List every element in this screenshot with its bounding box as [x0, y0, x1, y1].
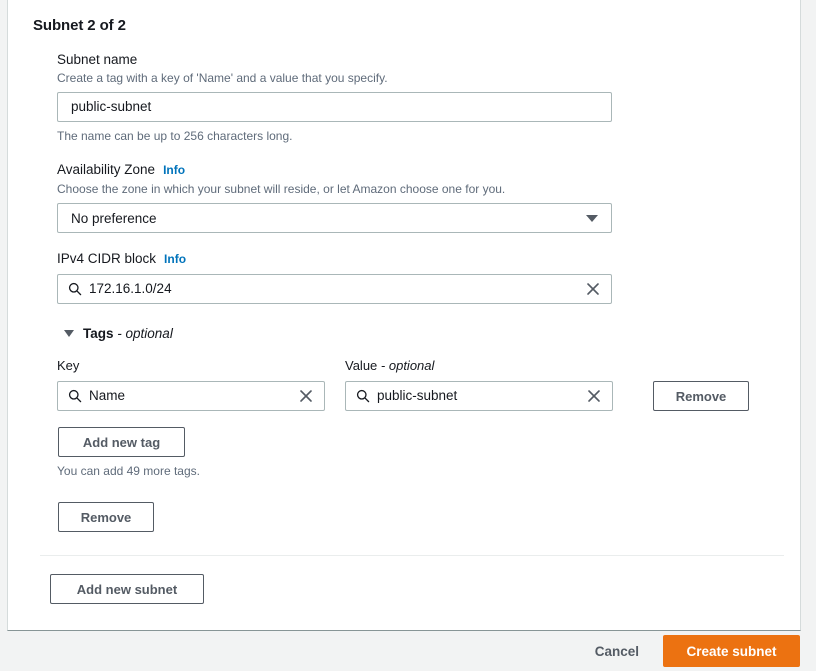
- availability-zone-label-text: Availability Zone: [57, 161, 155, 178]
- tag-key-cell: Name: [57, 381, 345, 411]
- add-new-subnet-button[interactable]: Add new subnet: [50, 574, 204, 604]
- remove-subnet-button[interactable]: Remove: [58, 502, 154, 532]
- subnet-name-label: Subnet name: [57, 51, 768, 68]
- availability-zone-label: Availability Zone Info: [57, 161, 768, 179]
- availability-zone-select[interactable]: No preference: [57, 203, 612, 233]
- remove-subnet-row: Remove: [57, 479, 768, 532]
- ipv4-cidr-label-text: IPv4 CIDR block: [57, 250, 156, 267]
- ipv4-cidr-info-link[interactable]: Info: [164, 251, 186, 268]
- subnet-name-field: Subnet name Create a tag with a key of '…: [57, 51, 768, 144]
- table-row: Name: [57, 381, 768, 411]
- form-footer-actions: Cancel Create subnet: [0, 631, 816, 671]
- vpc-create-subnet-page: Subnet 2 of 2 Subnet name Create a tag w…: [0, 0, 816, 671]
- availability-zone-description: Choose the zone in which your subnet wil…: [57, 181, 768, 197]
- tags-optional-suffix: - optional: [117, 326, 173, 341]
- ipv4-cidr-field: IPv4 CIDR block Info 172.16.1.0/24: [57, 250, 768, 304]
- availability-zone-field: Availability Zone Info Choose the zone i…: [57, 161, 768, 233]
- remove-tag-button[interactable]: Remove: [653, 381, 749, 411]
- triangle-down-icon: [64, 330, 74, 337]
- clear-icon[interactable]: [298, 388, 314, 404]
- tag-value-value: public-subnet: [377, 382, 586, 410]
- tag-key-input[interactable]: Name: [57, 381, 325, 411]
- subnet-name-label-text: Subnet name: [57, 51, 137, 68]
- tag-value-input[interactable]: public-subnet: [345, 381, 613, 411]
- search-icon: [68, 389, 82, 403]
- subnet-panel: Subnet 2 of 2 Subnet name Create a tag w…: [7, 0, 801, 631]
- subnet-name-input[interactable]: public-subnet: [57, 92, 612, 122]
- create-subnet-button[interactable]: Create subnet: [663, 635, 800, 667]
- tags-value-optional-suffix: - optional: [381, 358, 434, 373]
- add-subnet-row: Add new subnet: [40, 556, 768, 604]
- tags-column-headers: Key Value - optional: [57, 357, 768, 375]
- subnet-name-hint: The name can be up to 256 characters lon…: [57, 128, 768, 144]
- subnet-form: Subnet name Create a tag with a key of '…: [24, 51, 784, 604]
- search-icon: [356, 389, 370, 403]
- tags-key-column-label: Key: [57, 358, 79, 373]
- tags-value-column-label: Value - optional: [345, 358, 434, 373]
- ipv4-cidr-value: 172.16.1.0/24: [89, 275, 585, 303]
- ipv4-cidr-input[interactable]: 172.16.1.0/24: [57, 274, 612, 304]
- tags-disclosure-toggle[interactable]: Tags - optional: [64, 326, 768, 341]
- clear-icon[interactable]: [586, 388, 602, 404]
- tag-value-cell: public-subnet: [345, 381, 633, 411]
- add-new-tag-button[interactable]: Add new tag: [58, 427, 185, 457]
- tags-value-column-header: Value - optional: [345, 357, 633, 375]
- subnet-name-description: Create a tag with a key of 'Name' and a …: [57, 70, 768, 86]
- cancel-button[interactable]: Cancel: [587, 638, 647, 665]
- availability-zone-info-link[interactable]: Info: [163, 162, 185, 179]
- clear-icon[interactable]: [585, 281, 601, 297]
- tag-key-value: Name: [89, 382, 298, 410]
- tags-limit-hint: You can add 49 more tags.: [57, 463, 768, 479]
- tags-grid: Key Value - optional: [57, 357, 768, 479]
- ipv4-cidr-label: IPv4 CIDR block Info: [57, 250, 768, 268]
- tags-value-column-label-text: Value: [345, 358, 377, 373]
- tags-section-title: Tags - optional: [83, 326, 173, 341]
- panel-title: Subnet 2 of 2: [33, 17, 784, 34]
- add-tag-row: Add new tag: [57, 411, 768, 457]
- chevron-down-icon: [586, 215, 598, 222]
- search-icon: [68, 282, 82, 296]
- subnet-name-value: public-subnet: [66, 93, 603, 121]
- tags-title-text: Tags: [83, 326, 114, 341]
- availability-zone-selected-value: No preference: [71, 211, 586, 226]
- tags-key-column-header: Key: [57, 357, 345, 375]
